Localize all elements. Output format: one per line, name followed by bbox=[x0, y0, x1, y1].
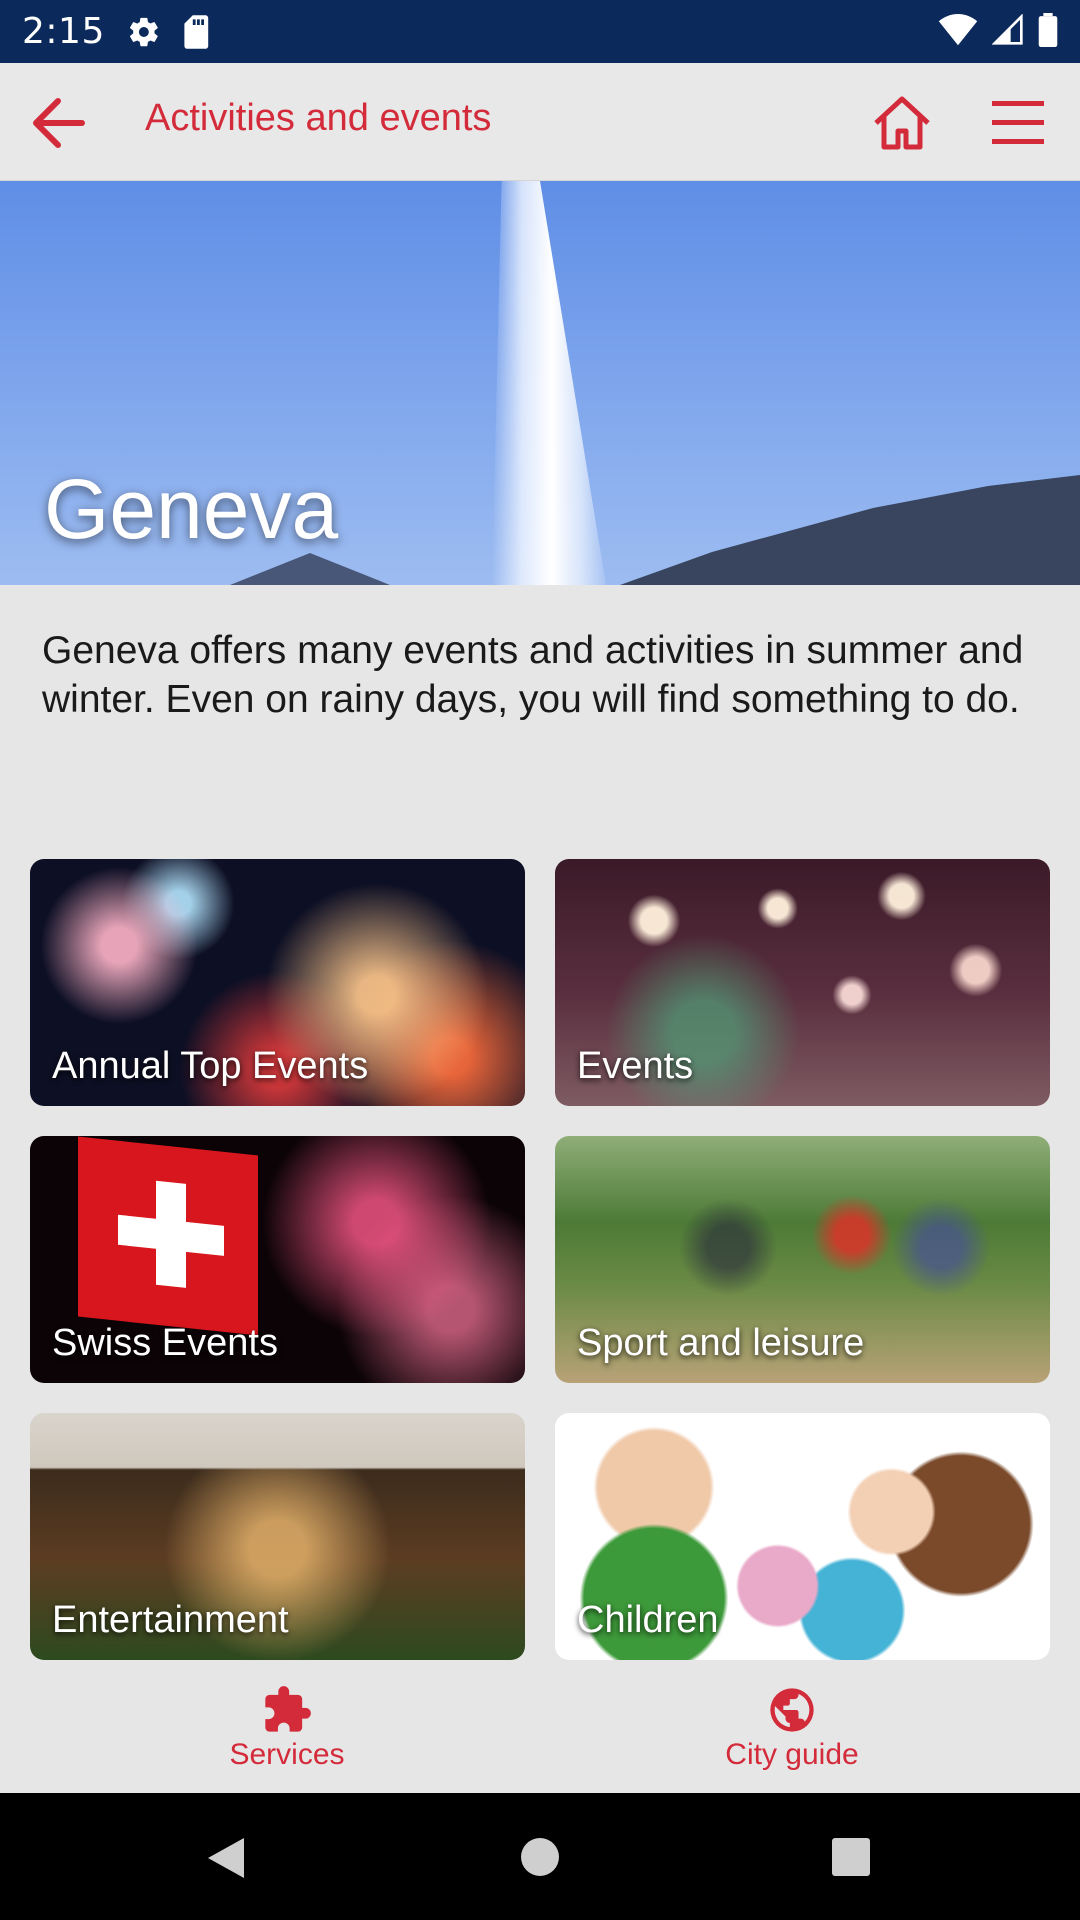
tile-sport-and-leisure[interactable]: Sport and leisure bbox=[555, 1136, 1050, 1383]
nav-services[interactable]: Services bbox=[167, 1684, 407, 1772]
wifi-icon bbox=[938, 13, 978, 50]
status-bar: 2:15 bbox=[0, 0, 1080, 63]
intro-text: Geneva offers many events and activities… bbox=[42, 629, 1024, 721]
back-arrow-icon[interactable] bbox=[28, 95, 88, 151]
puzzle-icon bbox=[167, 1684, 407, 1736]
status-time: 2:15 bbox=[22, 11, 105, 52]
hamburger-menu-icon[interactable] bbox=[990, 97, 1046, 149]
hero-banner: Geneva bbox=[0, 181, 1080, 585]
hero-mountain bbox=[620, 475, 1080, 585]
sd-card-icon bbox=[183, 14, 211, 49]
nav-city-guide-label: City guide bbox=[725, 1738, 859, 1771]
settings-icon bbox=[127, 15, 161, 49]
tile-label: Entertainment bbox=[52, 1599, 289, 1641]
home-circle-icon[interactable] bbox=[519, 1836, 561, 1882]
signal-icon bbox=[991, 12, 1024, 50]
system-navigation-bar bbox=[0, 1793, 1080, 1920]
bottom-navigation: Services City guide bbox=[0, 1670, 1080, 1793]
tile-entertainment[interactable]: Entertainment bbox=[30, 1413, 525, 1660]
tile-label: Swiss Events bbox=[52, 1322, 278, 1364]
tile-events[interactable]: Events bbox=[555, 859, 1050, 1106]
tile-swiss-events[interactable]: Swiss Events bbox=[30, 1136, 525, 1383]
recents-square-icon[interactable] bbox=[830, 1836, 872, 1882]
nav-city-guide[interactable]: City guide bbox=[672, 1684, 912, 1772]
hero-title: Geneva bbox=[44, 462, 339, 556]
swiss-flag-image bbox=[78, 1136, 258, 1336]
tile-label: Sport and leisure bbox=[577, 1322, 865, 1364]
home-icon[interactable] bbox=[870, 93, 934, 153]
tile-label: Children bbox=[577, 1599, 719, 1641]
globe-icon bbox=[672, 1684, 912, 1736]
nav-services-label: Services bbox=[229, 1738, 345, 1771]
page-title: Activities and events bbox=[145, 97, 492, 139]
tile-label: Annual Top Events bbox=[52, 1045, 369, 1087]
app-bar: Activities and events bbox=[0, 63, 1080, 181]
battery-icon bbox=[1038, 12, 1058, 51]
tile-children[interactable]: Children bbox=[555, 1413, 1050, 1660]
back-triangle-icon[interactable] bbox=[204, 1836, 248, 1884]
tile-label: Events bbox=[577, 1045, 694, 1087]
jet-d-eau-image bbox=[492, 181, 606, 585]
tile-annual-top-events[interactable]: Annual Top Events bbox=[30, 859, 525, 1106]
